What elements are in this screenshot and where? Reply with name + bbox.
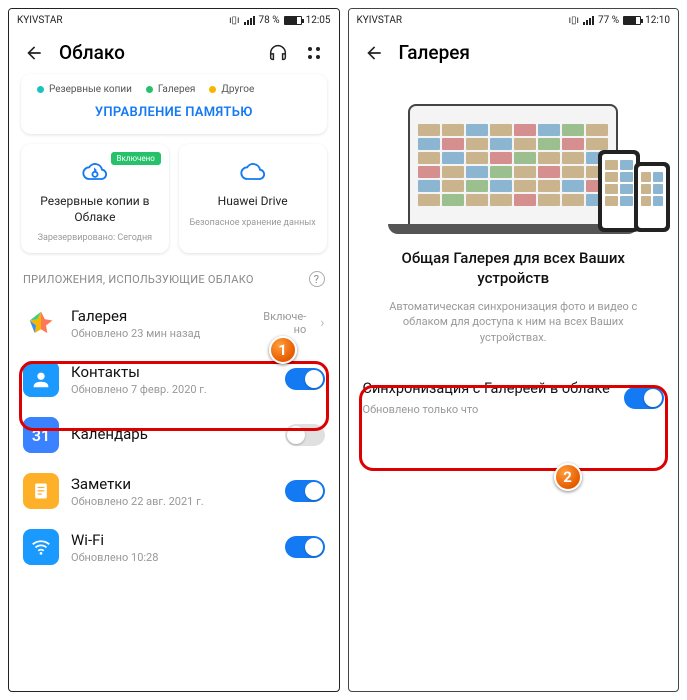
hero-subtitle: Автоматическая синхронизация фото и виде… <box>373 299 655 347</box>
clock: 12:10 <box>645 15 670 26</box>
enabled-badge: Включено <box>111 152 161 165</box>
gallery-sub: Обновлено 23 мин назад <box>71 327 251 340</box>
tile-backup-label: Резервные копии в Облаке <box>31 194 159 225</box>
calendar-title: Календарь <box>71 425 273 443</box>
callout-badge-2: 2 <box>554 463 582 491</box>
cloud-drive-icon <box>239 158 267 186</box>
status-bar: KYIVSTAR ı▯ı 78 % 12:05 <box>9 9 339 31</box>
contacts-toggle[interactable] <box>285 368 325 390</box>
battery-pct: 78 % <box>259 15 280 26</box>
wifi-app-icon <box>23 529 59 565</box>
app-bar: Галерея <box>349 31 679 70</box>
menu-dots-icon[interactable] <box>303 42 325 64</box>
tile-drive-label: Huawei Drive <box>189 194 317 210</box>
vibrate-icon: ı▯ı <box>569 15 579 26</box>
notes-app-icon <box>23 473 59 509</box>
storage-card[interactable]: Резервные копии Галерея Другое УПРАВЛЕНИ… <box>21 74 327 134</box>
gallery-title: Галерея <box>71 307 251 325</box>
contacts-sub: Обновлено 7 февр. 2020 г. <box>71 383 273 396</box>
carrier-label: KYIVSTAR <box>17 15 63 26</box>
battery-icon <box>623 16 641 25</box>
sync-sub: Обновлено только что <box>363 403 615 416</box>
status-bar: KYIVSTAR ı▯ı 77 % 12:10 <box>349 9 679 31</box>
legend-b: Галерея <box>158 84 195 95</box>
section-apps-header: ПРИЛОЖЕНИЯ, ИСПОЛЬЗУЮЩИЕ ОБЛАКО ? <box>23 271 325 287</box>
contacts-app-icon <box>23 361 59 397</box>
clock: 12:05 <box>306 15 331 26</box>
calendar-app-icon: 31 <box>23 417 59 453</box>
callout-badge-1: 1 <box>269 336 297 364</box>
notes-toggle[interactable] <box>285 480 325 502</box>
app-bar: Облако <box>9 31 339 70</box>
laptop-graphic <box>408 104 618 234</box>
storage-legend: Резервные копии Галерея Другое <box>33 84 315 95</box>
tile-huawei-drive[interactable]: Huawei Drive Безопасное хранение данных <box>179 144 327 253</box>
app-row-notes[interactable]: Заметки Обновлено 22 авг. 2021 г. <box>9 463 339 519</box>
sync-toggle[interactable] <box>624 387 664 409</box>
legend-a: Резервные копии <box>49 84 132 95</box>
wifi-sub: Обновлено 10:28 <box>71 551 273 564</box>
battery-pct: 77 % <box>598 15 619 26</box>
notes-sub: Обновлено 22 авг. 2021 г. <box>71 495 273 508</box>
wifi-toggle[interactable] <box>285 536 325 558</box>
sync-title: Синхронизация с Галереей в облаке <box>363 380 615 399</box>
section-apps-title: ПРИЛОЖЕНИЯ, ИСПОЛЬЗУЮЩИЕ ОБЛАКО <box>23 273 254 286</box>
vibrate-icon: ı▯ı <box>229 15 239 26</box>
sync-row[interactable]: Синхронизация с Галереей в облаке Обновл… <box>363 366 665 430</box>
help-icon[interactable]: ? <box>309 271 325 287</box>
battery-icon <box>284 16 302 25</box>
phone-left: KYIVSTAR ı▯ı 78 % 12:05 Облако Резервные… <box>8 8 340 692</box>
calendar-toggle[interactable] <box>285 424 325 446</box>
carrier-label: KYIVSTAR <box>357 15 403 26</box>
signal-icon <box>244 16 255 25</box>
chevron-right-icon: › <box>320 315 324 331</box>
back-icon[interactable] <box>363 42 385 64</box>
app-row-calendar[interactable]: 31 Календарь <box>9 407 339 463</box>
tile-backup-foot: Зарезервировано: Сегодня <box>31 233 159 243</box>
gallery-state: Включе- но <box>263 310 306 336</box>
signal-icon <box>583 16 594 25</box>
hero-illustration <box>359 74 669 234</box>
gallery-app-icon <box>23 305 59 341</box>
phone-right: KYIVSTAR ı▯ı 77 % 12:10 Галерея <box>348 8 680 692</box>
back-icon[interactable] <box>23 42 45 64</box>
contacts-title: Контакты <box>71 363 273 381</box>
wifi-title: Wi-Fi <box>71 531 273 549</box>
tile-drive-foot: Безопасное хранение данных <box>189 218 317 228</box>
support-icon[interactable] <box>267 42 289 64</box>
phone-graphic-2 <box>634 162 670 232</box>
notes-title: Заметки <box>71 475 273 493</box>
cloud-backup-icon <box>81 158 109 186</box>
manage-storage-link[interactable]: УПРАВЛЕНИЕ ПАМЯТЬЮ <box>33 105 315 120</box>
hero-title: Общая Галерея для всех Ваших устройств <box>377 248 651 289</box>
tile-cloud-backup[interactable]: Включено Резервные копии в Облаке Зарезе… <box>21 144 169 253</box>
page-title: Облако <box>59 41 253 64</box>
page-title: Галерея <box>399 41 665 64</box>
legend-c: Другое <box>221 84 254 95</box>
app-row-wifi[interactable]: Wi-Fi Обновлено 10:28 <box>9 519 339 575</box>
